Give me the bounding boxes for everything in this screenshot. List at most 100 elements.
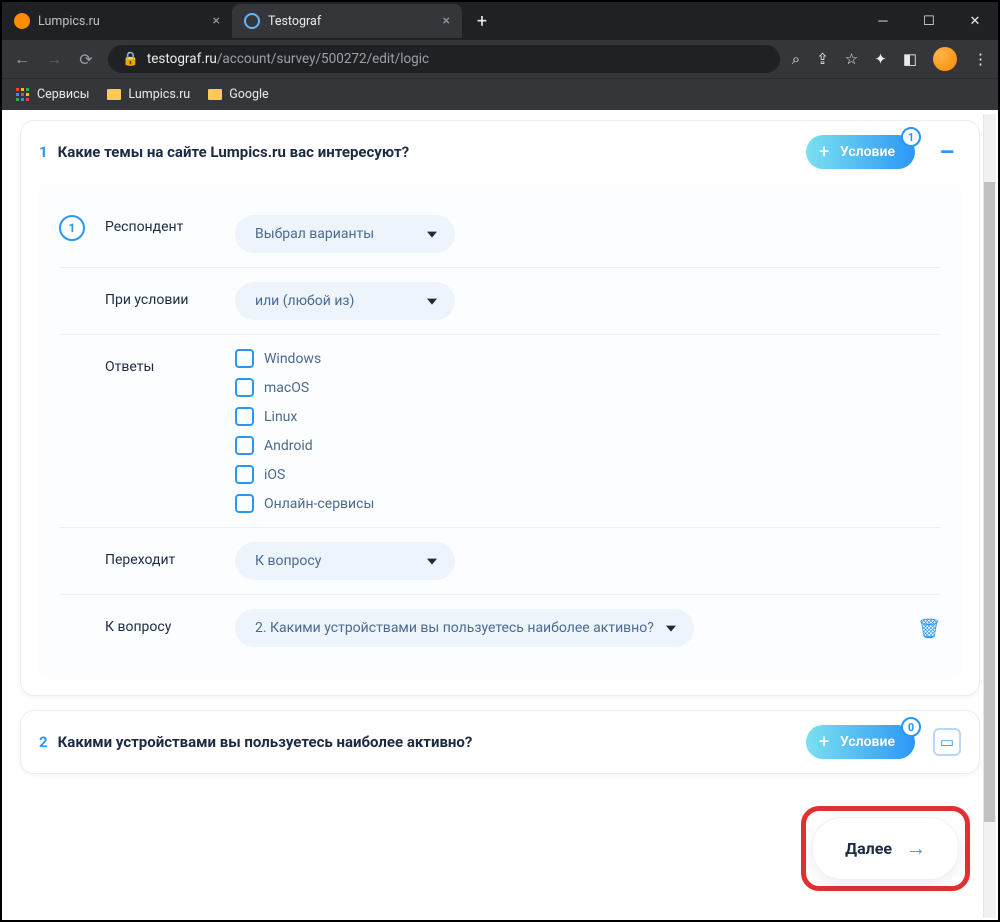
collapse-icon[interactable]: – [933, 138, 961, 166]
when-select[interactable]: или (любой из) [235, 282, 455, 320]
window-controls: ─ ☐ ✕ [860, 4, 998, 38]
question-title: Какие темы на сайте Lumpics.ru вас интер… [58, 143, 796, 161]
checkbox-label: Онлайн-сервисы [264, 496, 374, 512]
highlight-annotation: Далее → [801, 806, 970, 891]
folder-icon [208, 89, 222, 100]
checkbox-icon [235, 378, 254, 397]
favicon-testograf [244, 13, 260, 29]
condition-number: 1 [59, 215, 85, 241]
when-label: При условии [105, 282, 215, 308]
checkbox-label: Windows [264, 351, 321, 367]
checkbox-option[interactable]: Linux [235, 407, 374, 426]
menu-icon[interactable]: ⋮ [973, 50, 988, 68]
question-header: 1 Какие темы на сайте Lumpics.ru вас инт… [21, 121, 979, 183]
checkbox-label: iOS [264, 467, 285, 483]
next-button[interactable]: Далее → [812, 817, 959, 880]
bookmark-google[interactable]: Google [208, 87, 268, 102]
bookmark-label: Lumpics.ru [128, 87, 190, 102]
next-button-label: Далее [845, 839, 892, 858]
new-tab-button[interactable]: + [468, 7, 496, 35]
tab-title: Lumpics.ru [38, 14, 100, 29]
add-condition-button[interactable]: Условие 1 [806, 135, 915, 169]
share-icon[interactable]: ⇪ [816, 50, 829, 68]
checkbox-option[interactable]: Android [235, 436, 374, 455]
trash-icon[interactable]: 🗑 [917, 617, 941, 640]
condition-row-target: К вопросу 2. Какими устройствами вы поль… [59, 595, 941, 661]
bookmarks-bar: Сервисы Lumpics.ru Google [2, 78, 998, 110]
bookmark-label: Google [229, 87, 268, 102]
close-icon[interactable]: × [213, 13, 220, 29]
target-select[interactable]: 2. Какими устройствами вы пользуетесь на… [235, 609, 694, 647]
checkbox-icon [235, 407, 254, 426]
question-card-2: 2 Какими устройствами вы пользуетесь наи… [20, 710, 980, 774]
address-bar: ← → ⟳ 🔒 testograf.ru/account/survey/5002… [2, 40, 998, 78]
avatar[interactable] [933, 47, 957, 71]
answers-list: Windows macOS Linux Android iOS Онлайн-с… [235, 349, 374, 513]
goto-label: Переходит [105, 542, 215, 568]
checkbox-icon [235, 465, 254, 484]
respondent-select[interactable]: Выбрал варианты [235, 215, 455, 253]
maximize-button[interactable]: ☐ [906, 4, 952, 38]
condition-count-badge: 1 [901, 127, 921, 147]
arrow-right-icon: → [906, 836, 926, 861]
checkbox-option[interactable]: Онлайн-сервисы [235, 494, 374, 513]
condition-row-when: При условии или (любой из) [59, 268, 941, 335]
checkbox-label: Linux [264, 409, 297, 425]
answers-label: Ответы [105, 349, 215, 375]
titlebar: Lumpics.ru × Testograf × + ─ ☐ ✕ [2, 2, 998, 40]
close-window-button[interactable]: ✕ [952, 4, 998, 38]
condition-row-goto: Переходит К вопросу [59, 528, 941, 595]
condition-label: Условие [840, 144, 895, 160]
checkbox-option[interactable]: macOS [235, 378, 374, 397]
key-icon[interactable]: ⌕ [792, 50, 800, 68]
reload-button[interactable]: ⟳ [76, 50, 96, 69]
toolbar-right: ⌕ ⇪ ☆ ✦ ◧ ⋮ [792, 47, 988, 71]
apps-icon [16, 88, 30, 102]
condition-row-respondent: 1 Респондент Выбрал варианты [59, 201, 941, 268]
panel-icon[interactable]: ◧ [903, 50, 917, 68]
condition-row-answers: Ответы Windows macOS Linux Android iOS О… [59, 335, 941, 528]
scrollbar-thumb[interactable] [984, 182, 995, 822]
add-condition-button[interactable]: Условие 0 [806, 725, 915, 759]
forward-button[interactable]: → [44, 49, 64, 69]
next-button-container: Далее → [20, 788, 980, 920]
lock-icon: 🔒 [122, 51, 139, 67]
question-card-1: 1 Какие темы на сайте Lumpics.ru вас инт… [20, 120, 980, 696]
url-path: /account/survey/500272/edit/logic [217, 51, 429, 67]
bookmark-lumpics[interactable]: Lumpics.ru [107, 87, 190, 102]
close-icon[interactable]: × [443, 13, 450, 29]
checkbox-icon [235, 436, 254, 455]
bookmark-services[interactable]: Сервисы [16, 87, 89, 102]
tab-lumpics[interactable]: Lumpics.ru × [2, 4, 232, 38]
condition-label: Условие [840, 734, 895, 750]
star-icon[interactable]: ☆ [845, 50, 858, 68]
url-domain: testograf.ru [147, 51, 217, 67]
question-title: Какими устройствами вы пользуетесь наибо… [58, 733, 796, 751]
url-bar[interactable]: 🔒 testograf.ru/account/survey/500272/edi… [108, 45, 780, 73]
condition-body: 1 Респондент Выбрал варианты При условии… [37, 183, 963, 679]
respondent-label: Респондент [105, 215, 215, 235]
checkbox-option[interactable]: iOS [235, 465, 374, 484]
back-button[interactable]: ← [12, 49, 32, 69]
question-header: 2 Какими устройствами вы пользуетесь наи… [21, 711, 979, 773]
bookmark-label: Сервисы [37, 87, 89, 102]
question-number: 2 [39, 733, 48, 751]
checkbox-icon [235, 494, 254, 513]
favicon-lumpics [14, 13, 30, 29]
expand-icon[interactable]: ▭ [933, 728, 961, 756]
checkbox-option[interactable]: Windows [235, 349, 374, 368]
browser-chrome: Lumpics.ru × Testograf × + ─ ☐ ✕ ← → ⟳ 🔒… [2, 2, 998, 110]
tab-testograf[interactable]: Testograf × [232, 4, 462, 38]
question-number: 1 [39, 143, 48, 161]
goto-select[interactable]: К вопросу [235, 542, 455, 580]
folder-icon [107, 89, 121, 100]
condition-count-badge: 0 [901, 717, 921, 737]
extensions-icon[interactable]: ✦ [874, 50, 887, 68]
tab-title: Testograf [268, 14, 321, 29]
checkbox-label: Android [264, 438, 313, 454]
checkbox-label: macOS [264, 380, 309, 396]
checkbox-icon [235, 349, 254, 368]
page-content: 1 Какие темы на сайте Lumpics.ru вас инт… [2, 110, 998, 920]
minimize-button[interactable]: ─ [860, 4, 906, 38]
target-label: К вопросу [105, 609, 215, 635]
